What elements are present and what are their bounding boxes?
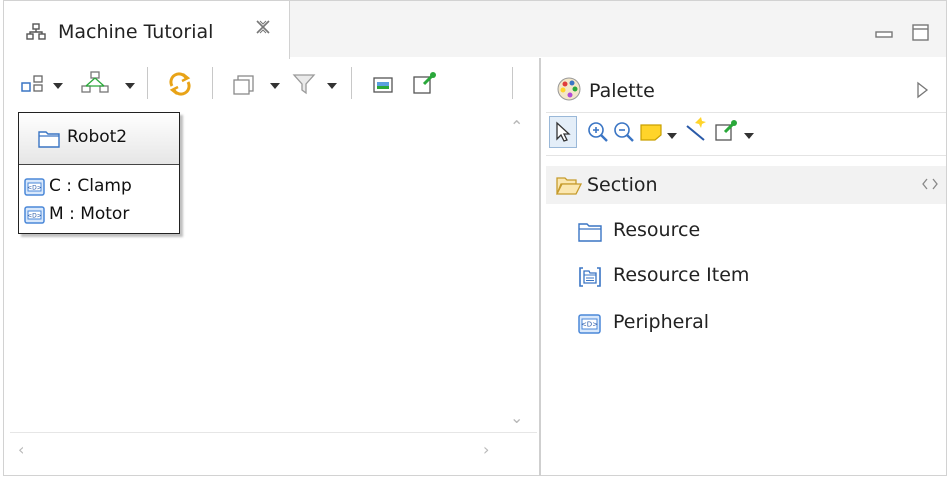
palette-title: Palette	[589, 80, 655, 102]
folder-icon	[578, 222, 602, 246]
open-folder-icon	[555, 176, 583, 200]
palette-entry-resource[interactable]: Resource	[574, 217, 874, 247]
node-item-label: C : Clamp	[49, 176, 132, 196]
palette-entry-label: Resource Item	[613, 264, 750, 286]
note-icon[interactable]	[639, 121, 663, 147]
palette-icon	[556, 76, 582, 106]
peripheral-icon: <D>	[24, 177, 46, 201]
toolbar-separator	[512, 67, 513, 99]
filter-dropdown-arrow[interactable]	[327, 83, 337, 89]
export-image-icon[interactable]	[372, 74, 396, 98]
connection-icon[interactable]	[684, 116, 710, 146]
svg-text:<D>: <D>	[27, 185, 42, 192]
svg-text:<D>: <D>	[581, 321, 598, 329]
resource-item-icon	[578, 266, 602, 292]
pin-tool-dropdown-arrow[interactable]	[744, 133, 754, 139]
toolbar-separator	[351, 67, 352, 99]
palette-section-header[interactable]: Section	[546, 166, 946, 204]
scroll-up-arrow[interactable]: ⌃	[510, 117, 523, 136]
note-dropdown-arrow[interactable]	[667, 133, 677, 139]
palette-entry-label: Peripheral	[613, 311, 710, 333]
palette-entry-resource-item[interactable]: Resource Item	[574, 262, 874, 292]
scroll-left-arrow[interactable]: ‹	[18, 440, 24, 459]
maximize-icon[interactable]	[912, 24, 930, 46]
diagram-icon	[26, 23, 46, 45]
tab-machine-tutorial[interactable]: Machine Tutorial	[4, 1, 290, 59]
scroll-down-arrow[interactable]: ⌄	[510, 408, 523, 427]
svg-text:<D>: <D>	[27, 213, 42, 220]
horizontal-scrollbar-divider	[10, 432, 537, 433]
minimize-icon[interactable]	[875, 25, 893, 44]
view-dropdown-arrow[interactable]	[270, 83, 280, 89]
pin-tool-icon[interactable]	[714, 117, 740, 147]
toolbar-separator	[147, 67, 148, 99]
palette-splitter[interactable]	[539, 58, 541, 476]
layout-icon[interactable]	[20, 74, 46, 98]
layout-dropdown-arrow[interactable]	[53, 83, 63, 89]
zoom-in-icon[interactable]	[587, 121, 609, 147]
arrange-icon[interactable]	[80, 70, 110, 100]
node-title: Robot2	[67, 127, 128, 147]
node-header: Robot2	[19, 113, 179, 165]
section-label: Section	[587, 174, 658, 196]
palette-entry-label: Resource	[613, 219, 701, 241]
node-item-label: M : Motor	[49, 204, 130, 224]
section-expand-icon[interactable]	[921, 176, 939, 196]
peripheral-icon: <D>	[578, 313, 602, 339]
tab-title: Machine Tutorial	[58, 21, 214, 43]
peripheral-icon: <D>	[24, 205, 46, 229]
folder-icon	[38, 130, 60, 152]
palette-entry-peripheral[interactable]: <D> Peripheral	[574, 309, 874, 339]
select-tool[interactable]	[549, 116, 577, 148]
refresh-icon[interactable]	[166, 70, 194, 102]
toolbar-separator	[212, 67, 213, 99]
pin-icon[interactable]	[412, 70, 438, 100]
filter-icon[interactable]	[292, 72, 318, 100]
palette-collapse-icon[interactable]	[915, 80, 929, 104]
diagram-node-robot2[interactable]: Robot2 <D> C : Clamp <D> M : Motor	[18, 112, 180, 234]
arrange-dropdown-arrow[interactable]	[125, 83, 135, 89]
view-icon[interactable]	[232, 74, 256, 100]
close-icon[interactable]	[254, 17, 272, 41]
scroll-right-arrow[interactable]: ›	[483, 440, 489, 459]
zoom-out-icon[interactable]	[613, 121, 635, 147]
select-icon	[556, 121, 571, 142]
